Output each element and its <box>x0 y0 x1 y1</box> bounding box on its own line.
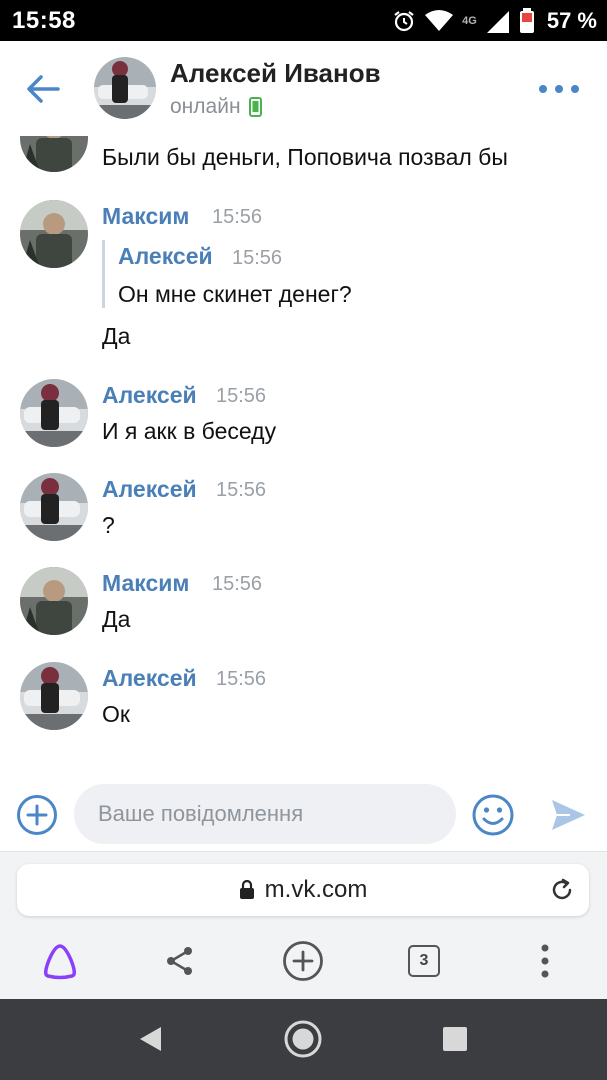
send-button[interactable] <box>548 795 588 835</box>
system-nav-bar <box>0 999 607 1080</box>
quote-bar <box>102 240 105 308</box>
address-bar[interactable]: m.vk.com <box>17 864 589 916</box>
wifi-icon <box>425 10 454 31</box>
attach-button[interactable] <box>16 794 58 836</box>
share-icon <box>167 947 192 975</box>
plus-circle-icon <box>17 795 57 835</box>
sender-avatar[interactable] <box>20 662 88 730</box>
more-vertical-icon <box>541 944 549 978</box>
quote-text: Он мне скинет денег? <box>118 281 352 307</box>
url-text: m.vk.com <box>264 876 368 903</box>
message-time: 15:56 <box>212 206 263 228</box>
status-time: 15:58 <box>12 7 76 34</box>
new-tab-button[interactable] <box>280 938 326 984</box>
contact-name: Алексей Иванов <box>170 58 381 88</box>
tabs-button[interactable]: 3 <box>401 938 447 984</box>
message-text: Ок <box>102 701 130 727</box>
message-composer <box>0 776 607 851</box>
plus-circle-icon <box>283 941 323 981</box>
system-back-button[interactable] <box>130 1019 170 1059</box>
send-icon <box>552 800 585 830</box>
more-button[interactable] <box>539 79 579 99</box>
chat-header: Алексей Иванов онлайн <box>0 41 607 136</box>
emoji-button[interactable] <box>471 793 515 837</box>
message-time: 15:56 <box>216 668 267 690</box>
sender-avatar[interactable] <box>20 473 88 541</box>
browser-menu-button[interactable] <box>522 938 568 984</box>
reload-icon <box>552 878 572 900</box>
lock-icon <box>239 880 254 899</box>
battery-icon <box>519 8 534 33</box>
online-status-text: онлайн <box>170 95 241 118</box>
message-list[interactable]: Были бы деньги, Поповича позвал бы Макси… <box>0 136 607 776</box>
network-type: 4G <box>462 15 477 27</box>
message-author[interactable]: Максим <box>102 203 189 230</box>
signal-icon <box>486 11 509 33</box>
message-text: И я акк в беседу <box>102 418 277 444</box>
square-recents-icon <box>443 1027 467 1051</box>
status-icons: 4G 57 % <box>392 6 597 36</box>
triangle-back-icon <box>140 1027 161 1051</box>
circle-home-icon <box>284 1020 322 1058</box>
mobile-online-icon <box>248 97 262 117</box>
system-recents-button[interactable] <box>435 1019 475 1059</box>
message-input[interactable] <box>74 784 456 844</box>
message-text: Да <box>102 606 131 632</box>
message-text: Да <box>102 323 131 349</box>
sender-avatar[interactable] <box>20 136 88 172</box>
arrow-left-icon <box>27 75 60 103</box>
quote-time: 15:56 <box>232 247 283 269</box>
message-author[interactable]: Алексей <box>102 382 197 409</box>
contact-avatar[interactable] <box>94 57 156 119</box>
message-time: 15:56 <box>212 573 263 595</box>
message-author[interactable]: Алексей <box>102 665 197 692</box>
browser-toolbar: m.vk.com 3 <box>0 851 607 999</box>
status-bar: 15:58 4G 57 % <box>0 0 607 41</box>
message-author[interactable]: Максим <box>102 570 189 597</box>
sender-avatar[interactable] <box>20 379 88 447</box>
battery-level: 57 % <box>546 8 597 33</box>
browser-nav: 3 <box>0 934 607 990</box>
sender-avatar[interactable] <box>20 200 88 268</box>
tabs-count: 3 <box>408 945 440 977</box>
quote-author[interactable]: Алексей <box>118 243 213 270</box>
message-text: Были бы деньги, Поповича позвал бы <box>102 144 508 170</box>
reload-button[interactable] <box>549 877 575 903</box>
message-text: ? <box>102 512 115 538</box>
message-time: 15:56 <box>216 385 267 407</box>
more-dots-icon <box>539 85 547 93</box>
share-button[interactable] <box>157 938 203 984</box>
system-home-button[interactable] <box>283 1019 323 1059</box>
alice-button[interactable] <box>37 938 83 984</box>
back-button[interactable] <box>22 69 64 109</box>
sender-avatar[interactable] <box>20 567 88 635</box>
message-time: 15:56 <box>216 479 267 501</box>
alarm-icon <box>394 11 414 32</box>
message-author[interactable]: Алексей <box>102 476 197 503</box>
contact-status: онлайн <box>170 95 262 119</box>
smile-icon <box>472 794 514 836</box>
alice-icon <box>44 944 76 980</box>
